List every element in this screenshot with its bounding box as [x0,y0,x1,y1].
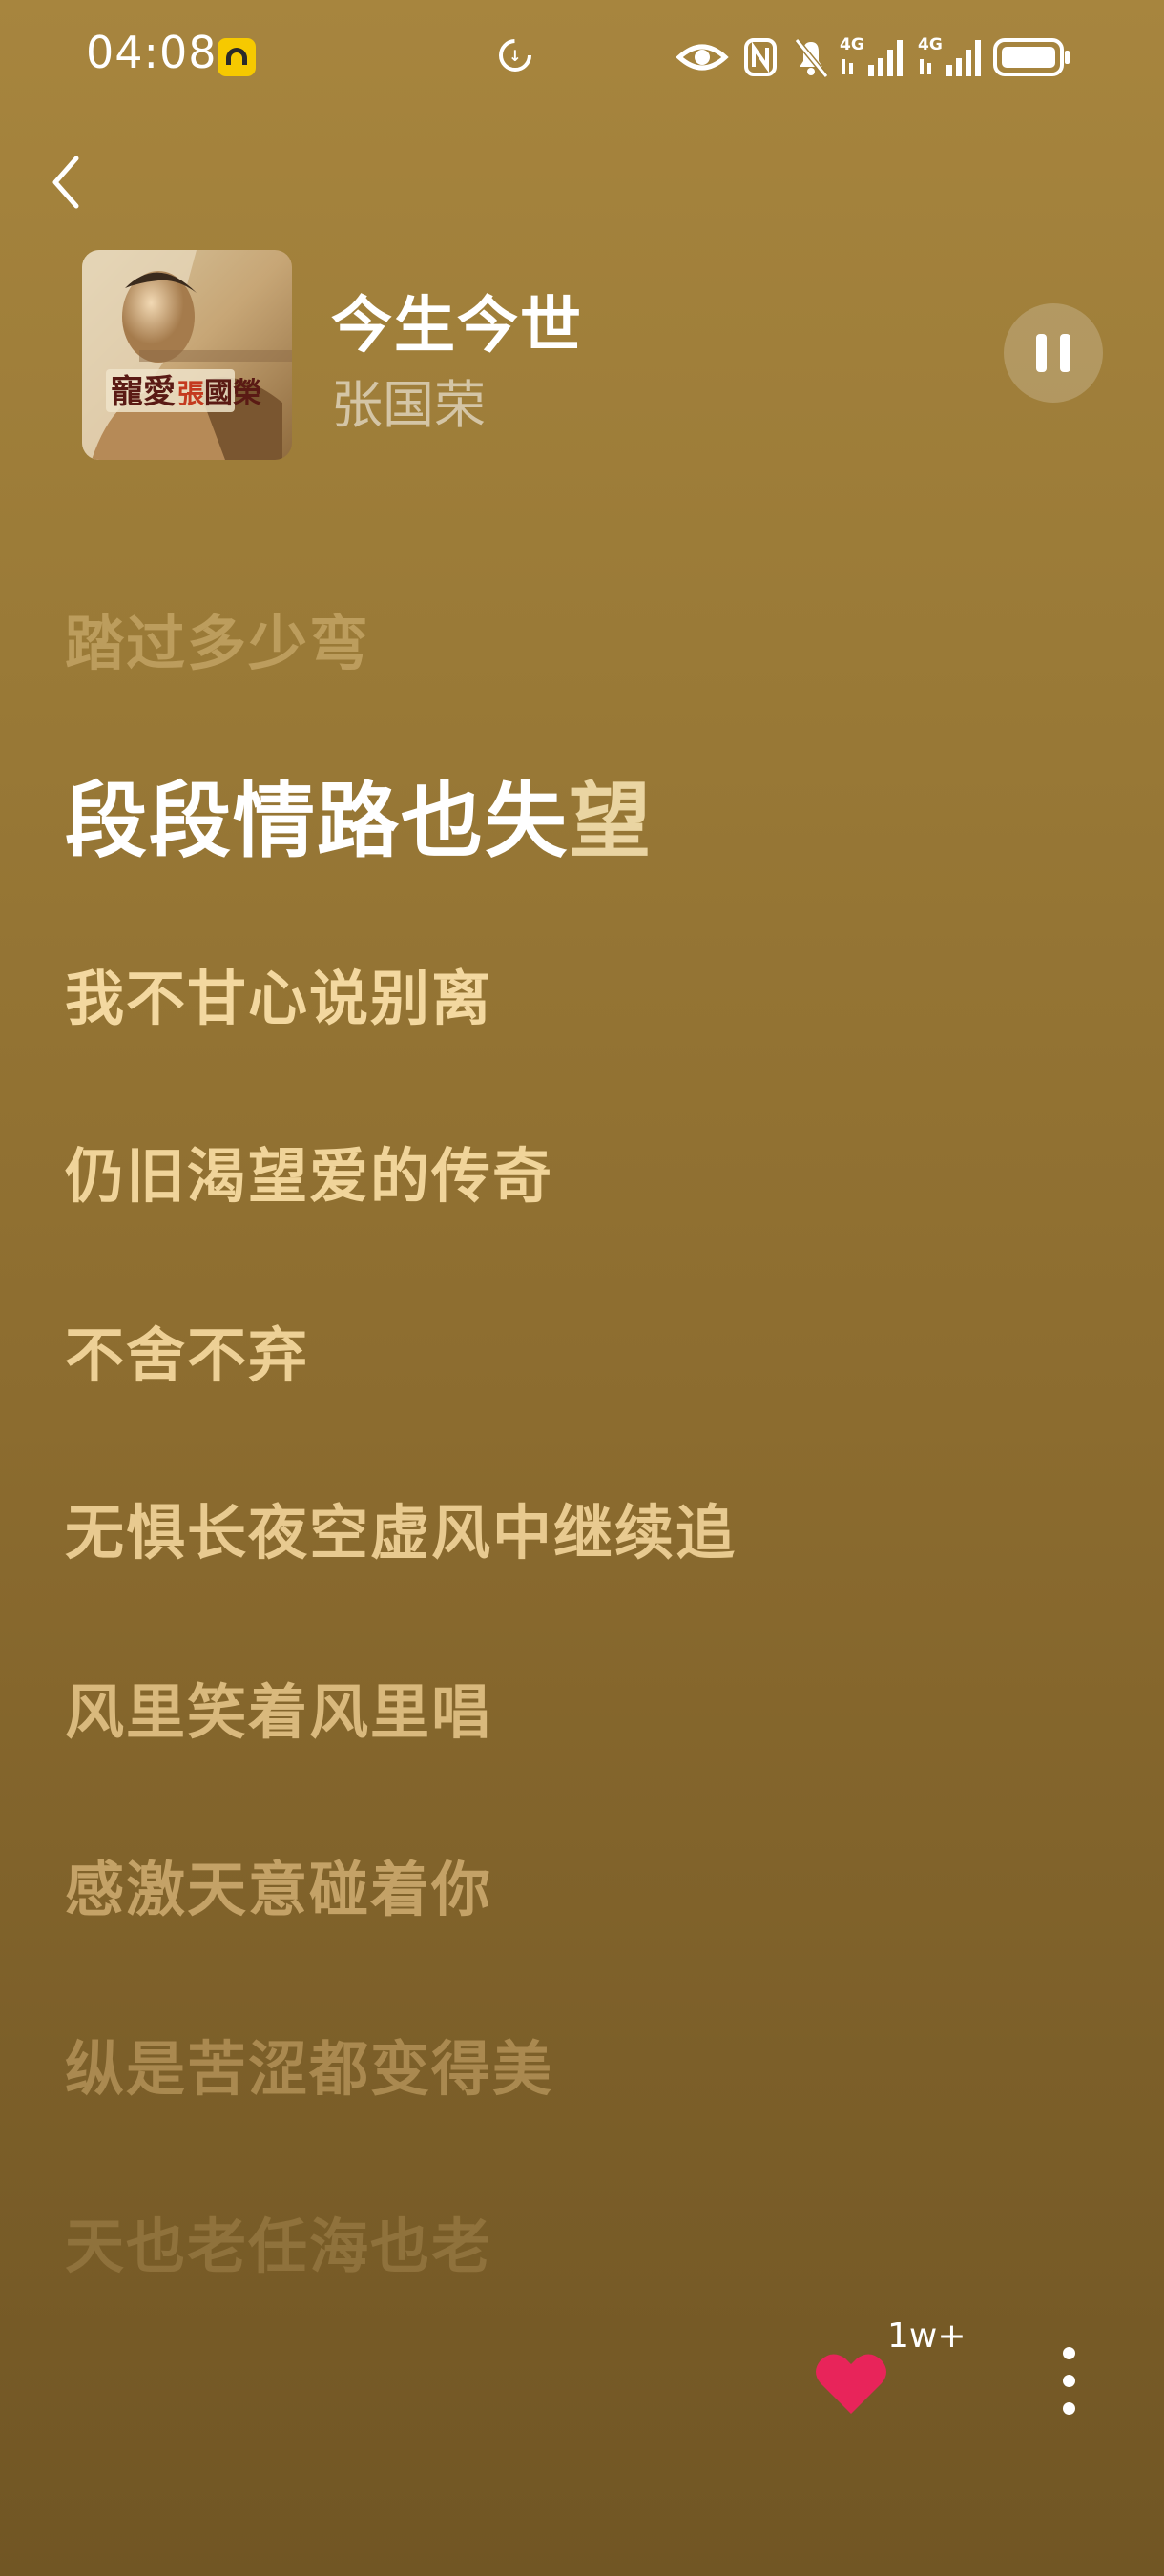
mute-bell-icon [794,38,829,78]
song-artist[interactable]: 张国荣 [331,363,486,438]
svg-text:寵愛: 寵愛 [111,373,176,411]
like-count: 1w+ [887,2316,967,2356]
svg-text:↓: ↓ [509,47,521,65]
pause-icon [1036,334,1047,372]
svg-text:國榮: 國榮 [204,377,261,410]
eye-icon [676,44,729,71]
lyric-line[interactable]: 不舍不弃 [65,1307,309,1393]
signal-4g-icon: 4G [918,35,981,76]
lyric-line[interactable]: 我不甘心说别离 [65,950,492,1036]
lyric-line[interactable]: 天也老任海也老 [65,2198,492,2284]
pause-icon [1060,334,1070,372]
back-button[interactable] [42,149,92,216]
lyric-line-current[interactable]: 段段情路也失望 [65,754,653,873]
status-time: 04:08 [86,27,218,78]
more-dots-icon [1063,2375,1075,2387]
signal-4g-icon: 4G [840,35,903,76]
app-notification-icon [218,38,256,76]
lyric-line[interactable]: 感激天意碰着你 [65,1841,492,1927]
battery-icon [993,38,1070,76]
signal-label: 4G [840,35,864,54]
more-dots-icon [1063,2402,1075,2415]
pause-button[interactable] [1004,303,1103,403]
heart-icon [816,2354,886,2414]
more-options-button[interactable] [1055,2343,1084,2420]
lyric-line[interactable]: 无惧长夜空虚风中继续追 [65,1485,737,1570]
lyric-line[interactable]: 风里笑着风里唱 [65,1664,492,1750]
lyric-current-rest: 望 [569,774,653,869]
data-saver-icon: ↓ [499,39,531,72]
album-cover-image: 寵愛 張 國榮 [82,250,292,460]
more-dots-icon [1063,2347,1075,2359]
nfc-icon [744,38,777,76]
song-title[interactable]: 今生今世 [331,277,583,364]
signal-label: 4G [918,35,943,54]
lyric-line-previous[interactable]: 踏过多少弯 [65,595,370,681]
album-cover[interactable]: 寵愛 張 國榮 [82,250,292,460]
lyric-current-sung: 段段情路也失 [65,774,569,869]
like-button[interactable] [813,2349,889,2418]
lyric-line[interactable]: 仍旧渴望爱的传奇 [65,1128,553,1214]
lyric-line[interactable]: 纵是苦涩都变得美 [65,2021,553,2107]
svg-text:張: 張 [177,378,204,409]
status-bar: 04:08 ↓ 4G 4G [0,0,1164,114]
